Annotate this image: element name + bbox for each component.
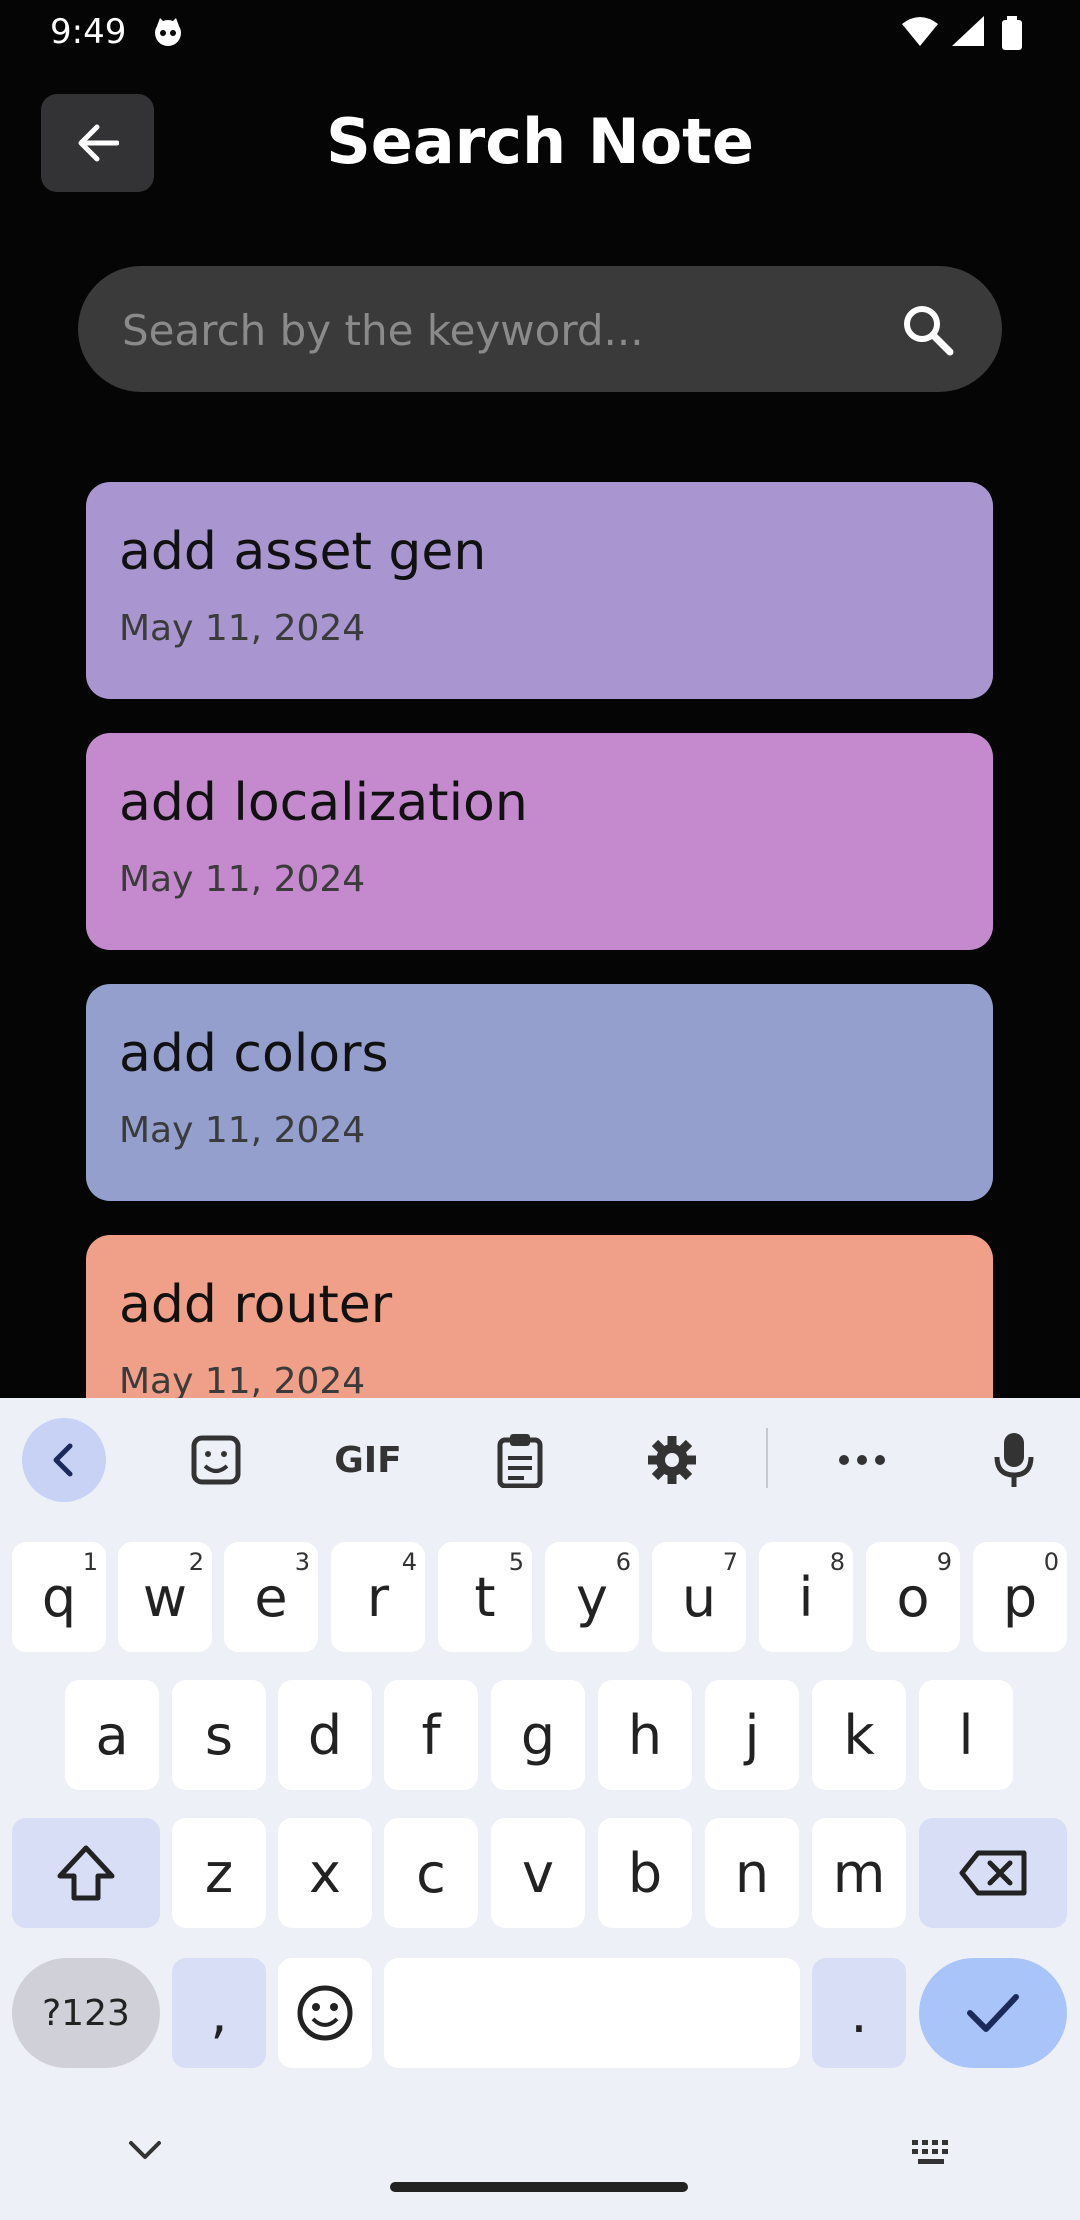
key-a[interactable]: a [65,1680,159,1790]
settings-icon[interactable] [630,1418,714,1502]
key-m[interactable]: m [812,1818,906,1928]
shift-key[interactable] [12,1818,160,1928]
key-w[interactable]: w2 [118,1542,212,1652]
symbols-key[interactable]: ?123 [12,1958,160,2068]
key-v[interactable]: v [491,1818,585,1928]
status-time: 9:49 [50,12,127,52]
note-title: add colors [119,1024,389,1084]
note-card[interactable]: add router May 11, 2024 [86,1235,993,1398]
status-icons [902,16,1022,50]
home-indicator[interactable] [390,2182,688,2192]
page-title: Search Note [326,105,754,178]
key-hint: 0 [1043,1548,1059,1576]
signal-icon [952,16,984,46]
note-date: May 11, 2024 [119,1110,366,1151]
check-icon [967,1994,1019,2032]
key-hint: 8 [829,1548,845,1576]
more-icon[interactable] [820,1418,904,1502]
key-k[interactable]: k [812,1680,906,1790]
key-letter: o [896,1565,930,1629]
key-y[interactable]: y6 [545,1542,639,1652]
search-input[interactable] [120,294,884,366]
key-n[interactable]: n [705,1818,799,1928]
keyboard-switch-icon[interactable] [910,2138,956,2168]
key-i[interactable]: i8 [759,1542,853,1652]
enter-key[interactable] [919,1958,1067,2068]
key-r[interactable]: r4 [331,1542,425,1652]
shift-icon [57,1845,115,1901]
gif-button[interactable]: GIF [326,1418,410,1502]
key-o[interactable]: o9 [866,1542,960,1652]
period-key[interactable]: . [812,1958,906,2068]
on-screen-keyboard: GIF q1 w2 e3 r4 t5 y6 u7 i8 o9 p0 a s d … [0,1398,1080,2220]
chevron-down-icon[interactable] [128,2140,162,2160]
note-title: add localization [119,773,528,833]
key-letter: i [798,1565,814,1629]
emoji-icon [297,1985,353,2041]
key-l[interactable]: l [919,1680,1013,1790]
key-p[interactable]: p0 [973,1542,1067,1652]
key-j[interactable]: j [705,1680,799,1790]
key-b[interactable]: b [598,1818,692,1928]
note-card[interactable]: add asset gen May 11, 2024 [86,482,993,699]
key-z[interactable]: z [172,1818,266,1928]
key-hint: 7 [722,1548,738,1576]
battery-icon [1002,20,1022,50]
note-card[interactable]: add colors May 11, 2024 [86,984,993,1201]
key-letter: q [41,1565,77,1629]
key-q[interactable]: q1 [12,1542,106,1652]
key-t[interactable]: t5 [438,1542,532,1652]
key-hint: 5 [508,1548,524,1576]
note-title: add router [119,1275,393,1335]
note-title: add asset gen [119,522,487,582]
key-hint: 6 [615,1548,631,1576]
key-letter: t [474,1565,496,1629]
key-g[interactable]: g [491,1680,585,1790]
toolbar-divider [766,1428,768,1488]
backspace-key[interactable] [919,1818,1067,1928]
wifi-icon [902,17,938,46]
cat-notification-icon [155,18,181,46]
note-date: May 11, 2024 [119,608,366,649]
note-card[interactable]: add localization May 11, 2024 [86,733,993,950]
keyboard-toolbar: GIF [0,1398,1080,1518]
key-e[interactable]: e3 [224,1542,318,1652]
key-s[interactable]: s [172,1680,266,1790]
comma-key[interactable]: , [172,1958,266,2068]
key-hint: 2 [188,1548,204,1576]
key-hint: 3 [294,1548,310,1576]
key-hint: 1 [82,1548,98,1576]
key-letter: u [681,1565,717,1629]
clipboard-icon[interactable] [478,1418,562,1502]
backspace-icon [959,1850,1027,1896]
space-key[interactable] [384,1958,800,2068]
chevron-left-icon[interactable] [22,1418,106,1502]
key-d[interactable]: d [278,1680,372,1790]
notes-list[interactable]: add asset gen May 11, 2024 add localizat… [0,470,1080,1398]
key-u[interactable]: u7 [652,1542,746,1652]
key-letter: e [254,1565,288,1629]
search-icon[interactable] [900,302,956,358]
key-letter: p [1002,1565,1038,1629]
note-date: May 11, 2024 [119,1361,366,1398]
key-c[interactable]: c [384,1818,478,1928]
key-f[interactable]: f [384,1680,478,1790]
search-bar[interactable] [78,266,1002,392]
sticker-icon[interactable] [174,1418,258,1502]
emoji-key[interactable] [278,1958,372,2068]
key-letter: w [142,1565,188,1629]
key-letter: y [576,1565,608,1629]
status-bar: 9:49 [0,0,1080,64]
key-hint: 9 [936,1548,952,1576]
key-letter: r [366,1565,390,1629]
mic-icon[interactable] [972,1418,1056,1502]
key-hint: 4 [401,1548,417,1576]
note-date: May 11, 2024 [119,859,366,900]
key-h[interactable]: h [598,1680,692,1790]
key-x[interactable]: x [278,1818,372,1928]
